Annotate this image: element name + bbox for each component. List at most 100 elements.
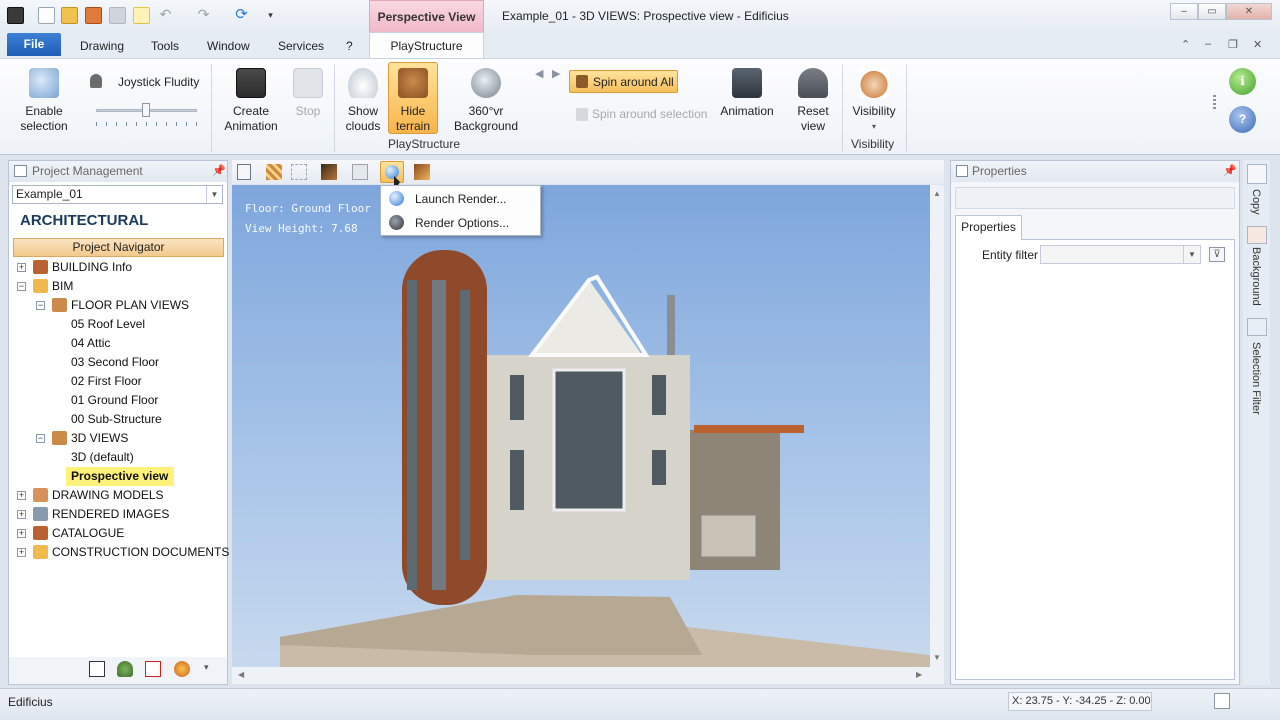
filter-icon[interactable]: ⊽ <box>1209 247 1225 262</box>
minimize-button[interactable]: – <box>1170 3 1198 20</box>
project-navigator-header[interactable]: Project Navigator <box>13 238 224 257</box>
show-clouds-button[interactable]: Show clouds <box>341 68 385 134</box>
ribbon-overflow-grip[interactable] <box>1213 95 1216 111</box>
next-arrow-icon[interactable]: ▶ <box>552 67 560 80</box>
spin-around-all-button[interactable]: Spin around All <box>569 70 678 93</box>
close-button[interactable]: ✕ <box>1226 3 1272 20</box>
menu-tools[interactable]: Tools <box>151 39 179 53</box>
render-options-item[interactable]: Render Options... <box>415 216 509 230</box>
customize-qat-icon[interactable]: ▾ <box>262 7 279 24</box>
tree-item[interactable]: − BIM <box>13 277 224 296</box>
status-settings-icon[interactable] <box>1214 693 1230 709</box>
background-360-button[interactable]: 360°vr Background <box>446 68 526 134</box>
tree-item[interactable]: + RENDERED IMAGES <box>13 505 224 524</box>
animation-button[interactable]: Animation <box>716 68 778 119</box>
shield-icon[interactable] <box>117 661 133 677</box>
tree-item[interactable]: 00 Sub-Structure <box>13 410 224 429</box>
doc-minimize-icon[interactable]: – <box>1205 38 1211 50</box>
side-tab-copy[interactable]: Copy <box>1250 189 1262 215</box>
tree-item[interactable]: 3D (default) <box>13 448 224 467</box>
tree-item[interactable]: + BUILDING Info <box>13 258 224 277</box>
expand-icon[interactable]: + <box>17 491 26 500</box>
pointer-icon[interactable] <box>133 7 150 24</box>
collapse-icon[interactable]: − <box>36 301 45 310</box>
side-tab-selection-filter[interactable]: Selection Filter <box>1250 342 1262 415</box>
launch-render-item[interactable]: Launch Render... <box>415 192 506 206</box>
viewport-vertical-scrollbar[interactable]: ▲ ▼ <box>930 185 944 667</box>
background-tab-icon[interactable] <box>1247 226 1267 244</box>
redo-icon[interactable]: ↷ <box>195 7 212 24</box>
info-icon[interactable]: i <box>1229 68 1256 95</box>
tree-item[interactable]: 03 Second Floor <box>13 353 224 372</box>
scroll-left-icon[interactable]: ◀ <box>238 670 244 679</box>
menu-help[interactable]: ? <box>346 39 353 53</box>
wireframe-icon[interactable] <box>291 164 307 180</box>
grid-icon[interactable] <box>237 164 251 180</box>
print-icon[interactable] <box>109 7 126 24</box>
enable-selection-button[interactable]: Enable selection <box>16 68 72 134</box>
gear-icon[interactable] <box>174 661 190 677</box>
spin-around-selection-button[interactable]: Spin around selection <box>574 106 714 124</box>
expand-icon[interactable]: + <box>17 263 26 272</box>
prev-arrow-icon[interactable]: ◀ <box>535 67 543 80</box>
3d-viewport[interactable]: Floor: Ground Floor View Height: 7.68 <box>232 185 930 667</box>
menu-services[interactable]: Services <box>278 39 324 53</box>
tree-item[interactable]: + DRAWING MODELS <box>13 486 224 505</box>
app-logo-icon[interactable] <box>7 7 24 24</box>
entity-filter-select[interactable]: ▼ <box>1040 245 1201 264</box>
pin-icon[interactable]: 📌 <box>1223 161 1237 182</box>
more-options-icon[interactable]: ▾ <box>204 662 209 673</box>
tab-playstructure[interactable]: PlayStructure <box>369 32 484 59</box>
maximize-button[interactable]: ▭ <box>1198 3 1226 20</box>
menu-drawing[interactable]: Drawing <box>80 39 124 53</box>
copy-tab-icon[interactable] <box>1247 164 1267 184</box>
hide-terrain-button[interactable]: Hide terrain <box>389 68 437 134</box>
scroll-right-icon[interactable]: ▶ <box>916 670 922 679</box>
side-tab-background[interactable]: Background <box>1250 247 1262 306</box>
open-folder-icon[interactable] <box>61 7 78 24</box>
ribbon-collapse-icon[interactable]: ⌃ <box>1181 38 1190 51</box>
tab-properties[interactable]: Properties <box>955 215 1022 240</box>
undo-icon[interactable]: ↶ <box>157 7 174 24</box>
collapse-icon[interactable]: − <box>17 282 26 291</box>
save-icon[interactable] <box>85 7 102 24</box>
viewport-horizontal-scrollbar[interactable]: ◀ ▶ <box>232 667 944 684</box>
collapse-icon[interactable]: − <box>36 434 45 443</box>
menu-window[interactable]: Window <box>207 39 250 53</box>
tree-item[interactable]: + CONSTRUCTION DOCUMENTS SET <box>13 543 256 562</box>
file-menu[interactable]: File <box>7 33 61 56</box>
reset-view-button[interactable]: Reset view <box>792 68 834 134</box>
tree-item[interactable]: 01 Ground Floor <box>13 391 224 410</box>
chevron-down-icon[interactable]: ▼ <box>1183 246 1200 263</box>
sheet-icon[interactable] <box>89 661 105 677</box>
chevron-down-icon[interactable]: ▼ <box>206 186 222 203</box>
visibility-button[interactable]: Visibility ▾ <box>849 68 899 134</box>
stop-button[interactable]: Stop <box>288 68 328 119</box>
context-tab-perspective-view[interactable]: Perspective View <box>369 0 484 32</box>
scroll-up-icon[interactable]: ▲ <box>933 189 941 198</box>
tree-item[interactable]: + CATALOGUE <box>13 524 224 543</box>
texture-icon[interactable] <box>266 164 282 180</box>
brush-icon[interactable] <box>321 164 337 180</box>
expand-icon[interactable]: + <box>17 510 26 519</box>
refresh-icon[interactable]: ⟳ <box>233 7 250 24</box>
tree-item[interactable]: − 3D VIEWS <box>13 429 224 448</box>
create-animation-button[interactable]: Create Animation <box>221 68 281 134</box>
scroll-down-icon[interactable]: ▼ <box>933 653 941 662</box>
expand-icon[interactable]: + <box>17 548 26 557</box>
render-button[interactable] <box>380 161 404 183</box>
tree-item[interactable]: Prospective view <box>13 467 224 486</box>
doc-close-icon[interactable]: ✕ <box>1253 38 1262 51</box>
selection-filter-tab-icon[interactable] <box>1247 318 1267 336</box>
pin-icon[interactable]: 📌 <box>212 161 226 182</box>
doc-restore-icon[interactable]: ❐ <box>1228 38 1238 51</box>
project-select[interactable]: Example_01 ▼ <box>12 185 223 204</box>
help-icon[interactable]: ? <box>1229 106 1256 133</box>
joystick-fluidity-thumb[interactable] <box>142 103 150 117</box>
new-file-icon[interactable] <box>38 7 55 24</box>
pencil-icon[interactable] <box>414 164 430 180</box>
tree-item[interactable]: 05 Roof Level <box>13 315 224 334</box>
expand-icon[interactable]: + <box>17 529 26 538</box>
tree-item[interactable]: 04 Attic <box>13 334 224 353</box>
document-icon[interactable] <box>145 661 161 677</box>
